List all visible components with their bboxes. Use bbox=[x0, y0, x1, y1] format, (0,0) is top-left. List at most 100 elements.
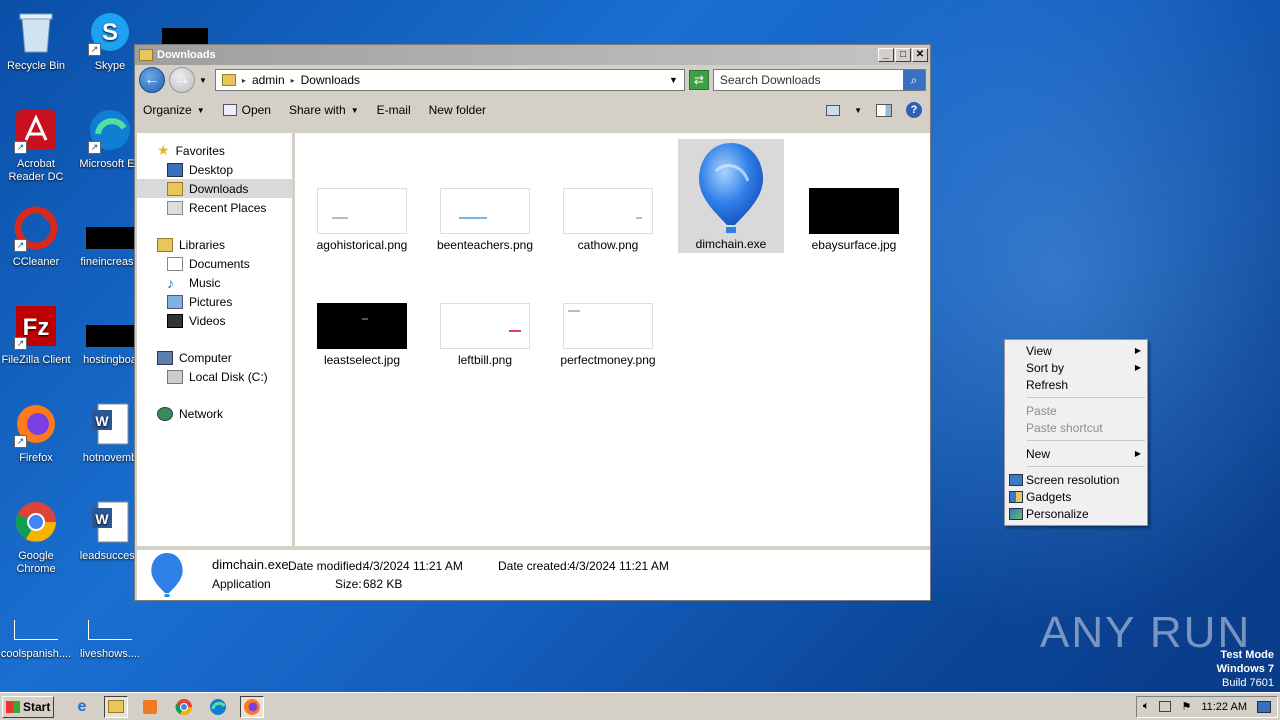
new-folder-label: New folder bbox=[428, 103, 486, 117]
file-item[interactable]: agohistorical.png bbox=[309, 188, 415, 252]
nav-network[interactable]: Network bbox=[137, 404, 292, 423]
desktop-icon-acrobat[interactable]: ↗ Acrobat Reader DC bbox=[0, 106, 72, 184]
search-icon[interactable]: ⌕ bbox=[903, 70, 925, 90]
recent-places-icon bbox=[167, 200, 183, 215]
maximize-button[interactable]: □ bbox=[895, 48, 911, 62]
menu-item-new[interactable]: New ▶ bbox=[1005, 445, 1147, 462]
videos-icon bbox=[167, 313, 183, 328]
network-tray-icon[interactable] bbox=[1159, 701, 1172, 712]
taskbar-ie-button[interactable]: e bbox=[70, 696, 94, 718]
breadcrumb-chevron-icon[interactable]: ▸ bbox=[242, 76, 246, 85]
breadcrumb-chevron-icon[interactable]: ▸ bbox=[291, 76, 295, 85]
taskbar-chrome-button[interactable] bbox=[172, 696, 196, 718]
desktop-icon-ccleaner[interactable]: ↗ CCleaner bbox=[0, 204, 72, 269]
file-name: beenteachers.png bbox=[436, 238, 534, 252]
title-bar[interactable]: Downloads _ □ ✕ bbox=[135, 45, 930, 65]
recent-pages-dropdown[interactable]: ▼ bbox=[199, 76, 207, 85]
menu-label: Refresh bbox=[1026, 377, 1069, 392]
nav-local-disk[interactable]: Local Disk (C:) bbox=[137, 367, 292, 386]
desktop-icon-coolspanish[interactable]: coolspanish.... bbox=[0, 596, 72, 661]
back-button[interactable]: ← bbox=[139, 67, 165, 93]
nav-label: Desktop bbox=[189, 162, 234, 177]
nav-computer[interactable]: Computer bbox=[137, 348, 292, 367]
taskbar-edge-button[interactable] bbox=[206, 696, 230, 718]
nav-desktop[interactable]: Desktop bbox=[137, 160, 292, 179]
desktop-icon-label: CCleaner bbox=[12, 256, 60, 268]
desktop-icon-label: Recycle Bin bbox=[6, 60, 66, 72]
edge-icon bbox=[210, 698, 226, 715]
image-thumbnail bbox=[809, 188, 899, 234]
clock[interactable]: 11:22 AM bbox=[1201, 701, 1247, 713]
taskbar-firefox-button[interactable] bbox=[240, 695, 264, 718]
help-icon[interactable]: ? bbox=[906, 102, 922, 118]
show-desktop-icon[interactable] bbox=[1257, 700, 1271, 713]
address-dropdown-icon[interactable]: ▼ bbox=[669, 75, 678, 85]
nav-videos[interactable]: Videos bbox=[137, 311, 292, 330]
desktop-icon-filezilla[interactable]: Fz ↗ FileZilla Client bbox=[0, 302, 72, 367]
nav-label: Documents bbox=[189, 256, 250, 271]
view-options-dropdown[interactable]: ▼ bbox=[854, 106, 862, 115]
menu-item-personalize[interactable]: Personalize bbox=[1005, 505, 1147, 522]
menu-item-gadgets[interactable]: Gadgets bbox=[1005, 488, 1147, 505]
menu-label: Sort by bbox=[1026, 360, 1065, 375]
file-item[interactable]: beenteachers.png bbox=[432, 188, 538, 252]
share-with-button[interactable]: Share with ▼ bbox=[289, 103, 359, 117]
image-thumbnail bbox=[440, 188, 530, 234]
file-name: leastselect.jpg bbox=[323, 353, 401, 367]
nav-pictures[interactable]: Pictures bbox=[137, 292, 292, 311]
file-item[interactable]: leftbill.png bbox=[432, 303, 538, 367]
open-icon bbox=[222, 104, 237, 116]
nav-music[interactable]: ♪ Music bbox=[137, 273, 292, 292]
taskbar: Start e 🔈︎ ⚑ 11:22 AM bbox=[0, 692, 1280, 720]
menu-item-paste[interactable]: Paste bbox=[1005, 402, 1147, 419]
shortcut-arrow-icon: ↗ bbox=[14, 435, 27, 448]
nav-recent-places[interactable]: Recent Places bbox=[137, 198, 292, 217]
file-name: dimchain.exe bbox=[695, 237, 767, 251]
menu-item-refresh[interactable]: Refresh bbox=[1005, 376, 1147, 393]
desktop-icon-label: Acrobat Reader DC bbox=[8, 158, 64, 183]
desktop-icon-firefox[interactable]: ↗ Firefox bbox=[0, 400, 72, 465]
desktop-icon-label: coolspanish.... bbox=[0, 648, 72, 660]
change-view-icon[interactable] bbox=[826, 104, 841, 116]
taskbar-explorer-button[interactable] bbox=[104, 695, 128, 718]
menu-item-view[interactable]: View ▶ bbox=[1005, 342, 1147, 359]
desktop-icon-recycle-bin[interactable]: Recycle Bin bbox=[0, 8, 72, 73]
forward-button[interactable]: → bbox=[169, 67, 195, 93]
menu-item-paste-shortcut[interactable]: Paste shortcut bbox=[1005, 419, 1147, 436]
desktop-icon-liveshows[interactable]: liveshows.... bbox=[74, 596, 146, 661]
email-button[interactable]: E-mail bbox=[377, 103, 411, 117]
open-button[interactable]: Open bbox=[222, 103, 271, 117]
address-field[interactable]: ▸ admin ▸ Downloads ▼ bbox=[214, 69, 685, 91]
star-icon: ★ bbox=[157, 142, 170, 158]
organize-button[interactable]: Organize ▼ bbox=[143, 103, 205, 117]
breadcrumb-admin[interactable]: admin bbox=[252, 73, 285, 87]
nav-downloads[interactable]: Downloads bbox=[137, 179, 292, 198]
desktop-icon-chrome[interactable]: Google Chrome bbox=[0, 498, 72, 576]
nav-documents[interactable]: Documents bbox=[137, 254, 292, 273]
gadgets-icon bbox=[1009, 490, 1023, 503]
minimize-button[interactable]: _ bbox=[878, 48, 894, 62]
action-center-flag-icon[interactable]: ⚑ bbox=[1181, 700, 1191, 713]
nav-libraries[interactable]: Libraries bbox=[137, 235, 292, 254]
new-folder-button[interactable]: New folder bbox=[429, 103, 486, 117]
nav-label: Libraries bbox=[179, 237, 226, 252]
breadcrumb-downloads[interactable]: Downloads bbox=[301, 73, 360, 87]
search-input[interactable]: Search Downloads ⌕ bbox=[712, 69, 926, 91]
menu-item-sort-by[interactable]: Sort by ▶ bbox=[1005, 359, 1147, 376]
system-tray: 🔈︎ ⚑ 11:22 AM bbox=[1135, 695, 1278, 718]
nav-label: Computer bbox=[179, 350, 232, 365]
volume-icon[interactable]: 🔈︎ bbox=[1143, 700, 1150, 713]
nav-favorites[interactable]: ★ Favorites bbox=[137, 141, 292, 160]
start-button[interactable]: Start bbox=[2, 695, 54, 718]
menu-item-screen-resolution[interactable]: Screen resolution bbox=[1005, 471, 1147, 488]
close-button[interactable]: ✕ bbox=[912, 48, 928, 62]
refresh-button[interactable]: ⇄ bbox=[688, 70, 709, 90]
desktop-icon bbox=[167, 162, 183, 177]
file-item[interactable]: leastselect.jpg bbox=[309, 303, 415, 367]
taskbar-media-player-button[interactable] bbox=[138, 696, 162, 718]
preview-pane-icon[interactable] bbox=[876, 103, 892, 117]
file-item[interactable]: perfectmoney.png bbox=[555, 303, 661, 367]
file-item[interactable]: cathow.png bbox=[555, 188, 661, 252]
file-item[interactable]: ebaysurface.jpg bbox=[801, 188, 907, 252]
file-item-selected[interactable]: dimchain.exe bbox=[678, 139, 784, 253]
